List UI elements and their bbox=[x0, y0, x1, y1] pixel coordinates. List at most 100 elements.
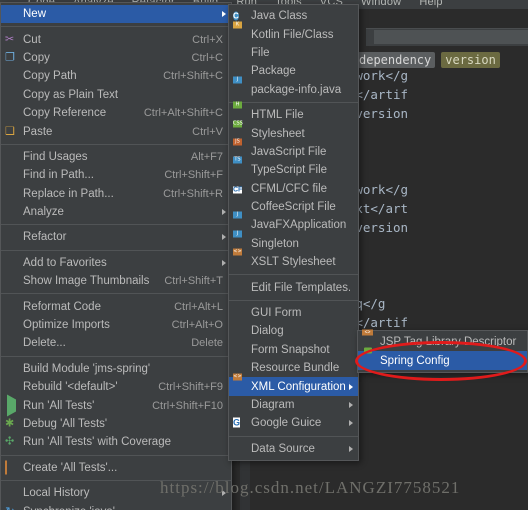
menubar-item-help[interactable]: Help bbox=[419, 0, 442, 9]
xml-configuration-file-submenu[interactable]: JSP Tag Library Descriptor Spring Config bbox=[357, 330, 528, 373]
context-menu-item-find-in-path[interactable]: Find in Path... Ctrl+Shift+F bbox=[1, 166, 231, 184]
context-menu-item-find-usages[interactable]: Find Usages Alt+F7 bbox=[1, 148, 231, 166]
context-menu-item-refactor[interactable]: Refactor bbox=[1, 228, 231, 246]
context-menu-item-add-to-favorites[interactable]: Add to Favorites bbox=[1, 254, 231, 272]
new-submenu-item-javafxapplication[interactable]: J JavaFXApplication bbox=[229, 211, 358, 234]
sync-icon: ↻ bbox=[5, 505, 18, 510]
menubar-item-window[interactable]: Window bbox=[361, 0, 401, 9]
context-menu-item-show-image-thumbnails[interactable]: Show Image Thumbnails Ctrl+Shift+T bbox=[1, 272, 231, 290]
menu-item-label: Resource Bundle bbox=[251, 362, 340, 375]
context-menu-item-run-all-tests[interactable]: Run 'All Tests' Ctrl+Shift+F10 bbox=[1, 394, 231, 417]
new-submenu-item-java-class[interactable]: C Java Class bbox=[229, 7, 358, 25]
chevron-right-icon bbox=[222, 234, 226, 241]
new-submenu-item-coffeescript-file[interactable]: CoffeeScript File bbox=[229, 198, 358, 216]
cfml-file-icon: CF bbox=[233, 186, 243, 194]
menu-item-shortcut: Ctrl+V bbox=[192, 125, 223, 138]
menu-item-label: Run 'All Tests' with Coverage bbox=[23, 436, 171, 449]
breadcrumb-item-dependency[interactable]: dependency bbox=[355, 52, 436, 68]
context-menu-item-cut[interactable]: ✂ Cut Ctrl+X bbox=[1, 30, 231, 48]
new-submenu-item-javascript-file[interactable]: JS JavaScript File bbox=[229, 138, 358, 161]
chevron-right-icon bbox=[222, 259, 226, 266]
menu-item-label: Find in Path... bbox=[23, 169, 94, 182]
menu-item-label: Java Class bbox=[251, 10, 308, 23]
context-menu-item-new[interactable]: New bbox=[1, 5, 231, 24]
new-submenu[interactable]: C Java Class K Kotlin File/Class File Package… bbox=[228, 4, 359, 461]
new-submenu-item-resource-bundle[interactable]: Resource Bundle bbox=[229, 359, 358, 377]
menu-item-label: Optimize Imports bbox=[23, 319, 110, 332]
bug-icon: ✱ bbox=[5, 417, 15, 430]
context-menu-item-copy-as-plain-text[interactable]: Copy as Plain Text bbox=[1, 86, 231, 104]
chevron-right-icon bbox=[349, 402, 353, 408]
context-menu-item-build-module-jms-spring[interactable]: Build Module 'jms-spring' bbox=[1, 360, 231, 378]
menu-item-label: CoffeeScript File bbox=[251, 201, 336, 214]
dialog-icon bbox=[233, 325, 246, 338]
menu-item-shortcut: Ctrl+Shift+F9 bbox=[158, 381, 223, 394]
new-submenu-item-form-snapshot[interactable]: Form Snapshot bbox=[229, 341, 358, 359]
copy-icon: ❐ bbox=[5, 51, 15, 64]
play-icon bbox=[5, 394, 18, 417]
menu-item-label: Rebuild '<default>' bbox=[23, 381, 118, 394]
menu-separator bbox=[1, 293, 231, 295]
context-menu-item-paste[interactable]: ❑ Paste Ctrl+V bbox=[1, 122, 231, 140]
run-config-icon bbox=[5, 460, 18, 475]
new-submenu-item-gui-form[interactable]: GUI Form bbox=[229, 304, 358, 322]
menu-item-label: TypeScript File bbox=[251, 164, 328, 177]
gui-form-icon bbox=[233, 307, 246, 320]
new-submenu-item-google-guice[interactable]: G Google Guice bbox=[229, 414, 358, 432]
breadcrumb-item-version[interactable]: version bbox=[441, 52, 500, 68]
menu-item-label: HTML File bbox=[251, 109, 304, 122]
menu-item-label: Kotlin File/Class bbox=[251, 28, 334, 41]
scissors-icon: ✂ bbox=[5, 33, 15, 46]
new-submenu-item-stylesheet[interactable]: CSS Stylesheet bbox=[229, 120, 358, 142]
new-submenu-item-cfml-cfc-file[interactable]: CF CFML/CFC file bbox=[229, 180, 358, 198]
new-submenu-item-xml-configuration-file[interactable]: <> XML Configuration File bbox=[229, 373, 358, 396]
menu-item-label: New bbox=[23, 8, 47, 21]
context-menu-item-create-all-tests[interactable]: Create 'All Tests'... bbox=[1, 459, 231, 477]
menu-item-label: JSP Tag Library Descriptor bbox=[380, 336, 517, 349]
new-submenu-item-xslt-stylesheet[interactable]: <> XSLT Stylesheet bbox=[229, 248, 358, 271]
menu-separator bbox=[1, 224, 231, 226]
new-submenu-item-kotlin-file-class[interactable]: K Kotlin File/Class bbox=[229, 21, 358, 43]
context-menu-item-replace-in-path[interactable]: Replace in Path... Ctrl+Shift+R bbox=[1, 185, 231, 203]
editor-tab-active[interactable] bbox=[374, 30, 528, 44]
context-menu-item-synchronize-java[interactable]: ↻ Synchronize 'java' bbox=[1, 502, 231, 510]
menu-item-label: Reformat Code bbox=[23, 300, 101, 313]
menu-item-label: Form Snapshot bbox=[251, 343, 330, 356]
menu-item-label: Synchronize 'java' bbox=[23, 506, 223, 510]
new-submenu-item-dialog[interactable]: Dialog bbox=[229, 322, 358, 340]
new-submenu-item-typescript-file[interactable]: TS TypeScript File bbox=[229, 156, 358, 179]
new-submenu-item-html-file[interactable]: H HTML File bbox=[229, 101, 358, 124]
context-menu-item-optimize-imports[interactable]: Optimize Imports Ctrl+Alt+O bbox=[1, 316, 231, 334]
menu-separator bbox=[229, 274, 358, 276]
new-submenu-item-package-info-java[interactable]: Jpackage-info.java bbox=[229, 76, 358, 99]
watermark-text: https://blog.csdn.net/LANGZI7758521 bbox=[160, 478, 461, 497]
menu-separator bbox=[1, 355, 231, 357]
xml-config-submenu-item-spring-config[interactable]: Spring Config bbox=[358, 351, 527, 370]
context-menu-item-rebuild-default[interactable]: Rebuild '<default>' Ctrl+Shift+F9 bbox=[1, 378, 231, 396]
menu-item-label: Stylesheet bbox=[251, 127, 305, 140]
context-menu-item-analyze[interactable]: Analyze bbox=[1, 203, 231, 221]
context-menu-item-reformat-code[interactable]: Reformat Code Ctrl+Alt+L bbox=[1, 297, 231, 315]
menu-item-label: Build Module 'jms-spring' bbox=[23, 362, 151, 375]
menu-item-shortcut: Ctrl+Shift+F10 bbox=[152, 399, 223, 412]
new-submenu-item-singleton[interactable]: J Singleton bbox=[229, 230, 358, 253]
new-submenu-item-edit-file-templates[interactable]: Edit File Templates... bbox=[229, 278, 358, 296]
context-menu-item-copy-path[interactable]: Copy Path Ctrl+Shift+C bbox=[1, 67, 231, 85]
new-submenu-item-data-source[interactable]: Data Source bbox=[229, 440, 358, 458]
context-menu-item-debug-all-tests[interactable]: ✱ Debug 'All Tests' bbox=[1, 415, 231, 433]
menu-item-label: Analyze bbox=[23, 206, 64, 219]
chevron-right-icon bbox=[349, 445, 353, 452]
breadcrumb[interactable]: dependency version bbox=[355, 52, 500, 68]
menu-item-shortcut: Ctrl+C bbox=[191, 51, 223, 64]
context-menu-item-copy[interactable]: ❐ Copy Ctrl+C bbox=[1, 49, 231, 67]
context-menu-item-copy-reference[interactable]: Copy Reference Ctrl+Alt+Shift+C bbox=[1, 104, 231, 122]
menu-item-label: Cut bbox=[23, 33, 41, 46]
context-menu[interactable]: New ✂ Cut Ctrl+X ❐ Copy Ctrl+C Copy Path Ctrl+Sh… bbox=[0, 2, 232, 510]
xml-config-submenu-item-jsp-tag-library-descriptor[interactable]: JSP Tag Library Descriptor bbox=[358, 333, 527, 351]
new-submenu-item-file[interactable]: File bbox=[229, 44, 358, 62]
new-submenu-item-diagram[interactable]: Diagram bbox=[229, 396, 358, 414]
context-menu-item-run-all-tests-with-coverage[interactable]: ✣ Run 'All Tests' with Coverage bbox=[1, 433, 231, 451]
chevron-right-icon bbox=[222, 209, 226, 216]
context-menu-item-delete[interactable]: Delete... Delete bbox=[1, 334, 231, 352]
new-submenu-item-package[interactable]: Package bbox=[229, 62, 358, 80]
